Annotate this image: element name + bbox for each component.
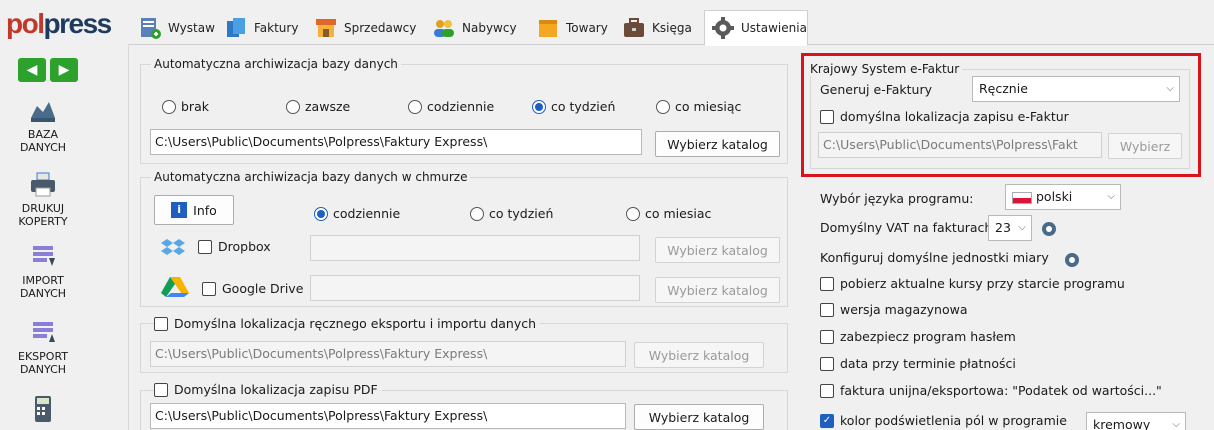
prev-button[interactable]: ◀	[18, 58, 46, 82]
archive-radio-zawsze[interactable]: zawsze	[286, 99, 350, 114]
archive-title: Automatyczna archiwizacja bazy danych	[151, 57, 401, 71]
manual-choose-button[interactable]: Wybierz katalog	[634, 342, 764, 368]
ksef-location-checkbox[interactable]: domyślna lokalizacja zapisu e-Faktur	[820, 109, 1069, 124]
shop-icon	[314, 16, 338, 40]
archive-radio-co-miesiac[interactable]: co miesiąc	[656, 99, 741, 114]
next-button[interactable]: ▶	[50, 58, 78, 82]
archive-path-field[interactable]: C:\Users\Public\Documents\Polpress\Faktu…	[150, 129, 642, 155]
tab-sprzedawcy[interactable]: Sprzedawcy	[308, 10, 426, 46]
briefcase-icon	[622, 16, 646, 40]
ksef-path-field[interactable]: C:\Users\Public\Documents\Polpress\Fakt	[818, 132, 1102, 158]
highlight-color-checkbox[interactable]: ✓ kolor podświetlenia pól w programie	[820, 413, 1067, 428]
chevron-down-icon: ⌵	[1107, 191, 1115, 202]
poland-flag-icon	[1012, 191, 1032, 204]
chevron-down-icon: ⌵	[1172, 419, 1180, 430]
ksef-title: Krajowy System e-Faktur	[807, 62, 963, 76]
google-drive-path-field[interactable]	[310, 275, 640, 301]
archive-radio-co-tydzien[interactable]: co tydzień	[532, 99, 615, 114]
ksef-gen-select[interactable]: Ręcznie ⌵	[972, 76, 1180, 102]
ksef-choose-button[interactable]: Wybierz	[1108, 133, 1182, 159]
cloud-title: Automatyczna archiwizacja bazy danych w …	[151, 170, 471, 184]
pdf-checkbox[interactable]: Domyślna lokalizacja zapisu PDF	[154, 382, 382, 397]
archive-radio-codziennie[interactable]: codziennie	[408, 99, 494, 114]
language-label: Wybór języka programu:	[820, 191, 974, 206]
database-icon	[29, 98, 57, 124]
pdf-path-field[interactable]: C:\Users\Public\Documents\Polpress\Faktu…	[150, 403, 626, 429]
dropbox-path-field[interactable]	[310, 235, 640, 261]
language-select[interactable]: polski ⌵	[1005, 184, 1121, 210]
archive-radio-brak[interactable]: brak	[162, 99, 209, 114]
app-logo: polpress	[6, 8, 112, 39]
gear-icon	[711, 16, 735, 40]
tab-towary[interactable]: Towary	[530, 10, 616, 46]
payment-date-checkbox[interactable]: data przy terminie płatności	[820, 356, 1016, 371]
tab-wystaw[interactable]: Wystaw	[132, 10, 218, 46]
archive-choose-button[interactable]: Wybierz katalog	[655, 131, 780, 157]
info-icon: i	[171, 202, 188, 218]
ksef-gen-label: Generuj e-Faktury	[820, 82, 932, 97]
tab-ustawienia[interactable]: Ustawienia	[704, 10, 808, 46]
manual-checkbox[interactable]: Domyślna lokalizacja ręcznego eksportu i…	[154, 316, 541, 331]
sidebar-item-eksport-danych[interactable]: EKSPORT DANYCH	[8, 320, 78, 376]
dropbox-choose-button[interactable]: Wybierz katalog	[655, 237, 780, 263]
rates-checkbox[interactable]: pobierz aktualne kursy przy starcie prog…	[820, 276, 1125, 291]
tab-bar: Wystaw Faktury Sprzedawcy Nabywcy Towary…	[128, 10, 1214, 46]
pdf-choose-button[interactable]: Wybierz katalog	[634, 404, 764, 430]
chevron-down-icon: ⌵	[1166, 83, 1174, 94]
chevron-down-icon: ⌵	[1018, 222, 1026, 233]
cloud-radio-co-tydzien[interactable]: co tydzień	[470, 206, 553, 221]
sidebar-item-drukuj-koperty[interactable]: DRUKUJ KOPERTY	[8, 172, 78, 228]
people-icon	[432, 16, 456, 40]
dropbox-checkbox[interactable]: Dropbox	[198, 239, 271, 254]
vat-label: Domyślny VAT na fakturach	[820, 220, 993, 235]
invoice-add-icon	[138, 16, 162, 40]
warehouse-checkbox[interactable]: wersja magazynowa	[820, 302, 968, 317]
export-icon	[29, 320, 57, 346]
sidebar-item-import-danych[interactable]: IMPORT DANYCH	[8, 244, 78, 300]
documents-icon	[224, 16, 248, 40]
tab-nabywcy[interactable]: Nabywcy	[426, 10, 530, 46]
calculator-icon	[29, 396, 57, 422]
google-drive-checkbox[interactable]: Google Drive	[202, 281, 303, 296]
manual-path-field[interactable]: C:\Users\Public\Documents\Polpress\Faktu…	[150, 341, 626, 367]
vat-gear-icon[interactable]	[1042, 221, 1056, 236]
highlight-color-select[interactable]: kremowy ⌵	[1086, 412, 1186, 430]
google-drive-icon	[160, 275, 190, 302]
google-drive-choose-button[interactable]: Wybierz katalog	[655, 277, 780, 303]
tab-faktury[interactable]: Faktury	[218, 10, 308, 46]
cloud-radio-co-miesiac[interactable]: co miesiac	[626, 206, 711, 221]
box-icon	[536, 16, 560, 40]
sidebar-divider	[128, 46, 129, 430]
units-label: Konfiguruj domyślne jednostki miary	[820, 250, 1049, 265]
dropbox-icon	[160, 237, 186, 260]
printer-icon	[29, 172, 57, 198]
cloud-radio-codziennie[interactable]: codziennie	[314, 206, 400, 221]
import-icon	[29, 244, 57, 270]
info-button[interactable]: i Info	[154, 195, 234, 225]
vat-select[interactable]: 23 ⌵	[988, 215, 1032, 241]
sidebar-item-baza-danych[interactable]: BAZA DANYCH	[8, 98, 78, 154]
tab-ksiega[interactable]: Księga	[616, 10, 704, 46]
units-gear-icon[interactable]	[1064, 252, 1079, 267]
eu-invoice-checkbox[interactable]: faktura unijna/eksportowa: "Podatek od w…	[820, 383, 1162, 398]
password-checkbox[interactable]: zabezpiecz program hasłem	[820, 329, 1016, 344]
sidebar-item-calculator[interactable]	[8, 396, 78, 426]
